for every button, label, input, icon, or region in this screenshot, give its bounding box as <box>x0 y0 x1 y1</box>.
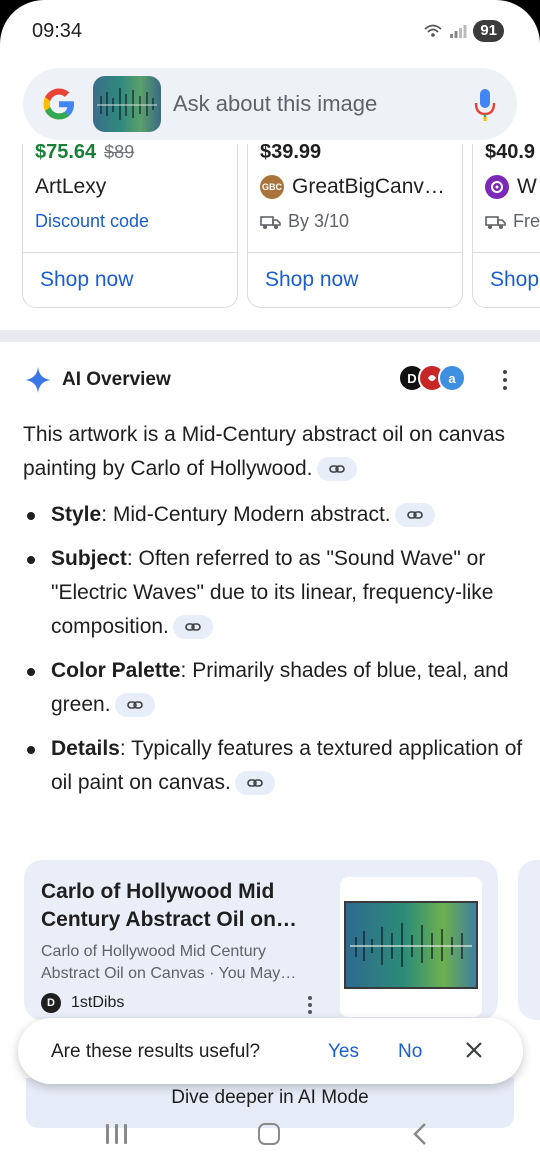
bullet-item: Color Palette: Primarily shades of blue,… <box>23 654 523 722</box>
screen: 09:34 91 Ask about this image $75.64 $89… <box>0 0 540 1170</box>
price-value: $75.64 <box>35 144 97 163</box>
product-card[interactable]: $39.99 GBC GreatBigCanv… By 3/10 Shop no… <box>247 144 463 308</box>
wifi-icon <box>424 24 442 37</box>
site-name: 1stDibs <box>71 994 125 1011</box>
shopping-results: $75.64 $89 ArtLexy Discount code Shop now… <box>0 144 540 312</box>
seller-label: ArtLexy <box>35 175 107 198</box>
microphone-icon[interactable] <box>473 88 497 122</box>
seller-logo-icon <box>485 175 509 199</box>
source-image[interactable] <box>340 877 482 1017</box>
section-divider <box>0 330 540 342</box>
google-logo-icon[interactable] <box>41 86 77 122</box>
feedback-yes-button[interactable]: Yes <box>328 1041 359 1063</box>
artwork-thumbnail-icon <box>97 88 157 120</box>
seller-name: GBC GreatBigCanv… <box>260 175 445 199</box>
truck-icon <box>260 215 281 229</box>
source-options-icon[interactable] <box>308 996 314 1014</box>
delivery-info: Fre <box>485 211 540 232</box>
site-favicon-icon: D <box>41 993 61 1013</box>
delivery-label: Fre <box>513 211 540 231</box>
recent-apps-icon[interactable] <box>106 1124 127 1144</box>
ai-overview-body: This artwork is a Mid-Century abstract o… <box>23 418 523 810</box>
citation-link-icon[interactable] <box>172 615 213 640</box>
status-icons: 91 <box>423 20 504 42</box>
bullet-label: Style <box>51 503 102 526</box>
seller-logo-icon: GBC <box>260 175 284 199</box>
truck-icon <box>485 215 506 229</box>
search-placeholder[interactable]: Ask about this image <box>173 91 377 117</box>
delivery-info: By 3/10 <box>260 211 349 232</box>
feedback-toast: Are these results useful? Yes No <box>18 1018 523 1084</box>
bullet-label: Subject <box>51 547 127 570</box>
card-divider <box>473 252 540 253</box>
shop-now-button[interactable]: Shop <box>490 268 539 292</box>
seller-name: ArtLexy <box>35 175 106 199</box>
product-price: $39.99 <box>260 144 322 163</box>
bullet-label: Details <box>51 737 120 760</box>
next-source-card[interactable] <box>518 860 540 1020</box>
signal-icon <box>450 25 467 38</box>
citation-link-icon[interactable] <box>316 457 357 482</box>
original-price: $89 <box>104 144 135 162</box>
seller-name: W <box>485 175 537 199</box>
card-divider <box>23 252 237 253</box>
battery-badge: 91 <box>473 20 504 42</box>
seller-label: W <box>517 175 537 198</box>
product-price: $75.64 $89 <box>35 144 134 164</box>
bullet-text: : Typically features a textured applicat… <box>51 737 523 794</box>
feedback-question: Are these results useful? <box>51 1041 261 1062</box>
ai-overview-intro: This artwork is a Mid-Century abstract o… <box>23 418 523 486</box>
bullet-item: Details: Typically features a textured a… <box>23 732 523 800</box>
product-price: $40.9 <box>485 144 536 163</box>
gemini-sparkle-icon <box>25 367 51 393</box>
bullet-item: Subject: Often referred to as "Sound Wav… <box>23 542 523 644</box>
bullet-label: Color Palette <box>51 659 181 682</box>
system-nav-bar <box>0 1112 540 1170</box>
source-site: D 1stDibs <box>41 993 124 1013</box>
image-thumbnail[interactable] <box>93 76 161 132</box>
artwork-image <box>344 901 478 989</box>
source-favicons[interactable]: D a <box>398 364 466 394</box>
bullet-text: : Mid-Century Modern abstract. <box>101 503 391 526</box>
status-bar: 09:34 91 <box>0 0 540 62</box>
delivery-label: By 3/10 <box>288 211 350 231</box>
product-card[interactable]: $75.64 $89 ArtLexy Discount code Shop now <box>22 144 238 308</box>
status-time: 09:34 <box>32 20 83 42</box>
shop-now-button[interactable]: Shop now <box>40 268 133 292</box>
bullet-item: Style: Mid-Century Modern abstract. <box>23 498 523 532</box>
ai-overview-header: AI Overview <box>24 364 171 396</box>
close-icon[interactable] <box>464 1040 484 1060</box>
citation-link-icon[interactable] <box>394 503 435 528</box>
citation-link-icon[interactable] <box>114 693 155 718</box>
home-icon[interactable] <box>258 1123 280 1145</box>
product-card[interactable]: $40.9 W Fre Shop <box>472 144 540 308</box>
ai-overview-title: AI Overview <box>62 369 171 390</box>
more-options-icon[interactable] <box>496 368 514 392</box>
sound-wave-art-icon <box>350 923 472 967</box>
shop-now-button[interactable]: Shop now <box>265 268 358 292</box>
seller-label: GreatBigCanv… <box>292 175 445 198</box>
ai-overview-bullets: Style: Mid-Century Modern abstract. Subj… <box>23 498 523 800</box>
source-favicon-icon: a <box>438 364 466 392</box>
feedback-no-button[interactable]: No <box>398 1041 422 1063</box>
citation-link-icon[interactable] <box>234 771 275 796</box>
search-bar[interactable]: Ask about this image <box>23 68 517 140</box>
intro-text: This artwork is a Mid-Century abstract o… <box>23 423 506 480</box>
card-divider <box>248 252 462 253</box>
source-card-description: Carlo of Hollywood Mid Century Abstract … <box>41 943 297 982</box>
source-card-title[interactable]: Carlo of Hollywood Mid Century Abstract … <box>41 878 331 934</box>
back-icon[interactable] <box>410 1122 430 1146</box>
source-card[interactable]: Carlo of Hollywood Mid Century Abstract … <box>24 860 498 1020</box>
discount-code-link[interactable]: Discount code <box>35 211 149 232</box>
